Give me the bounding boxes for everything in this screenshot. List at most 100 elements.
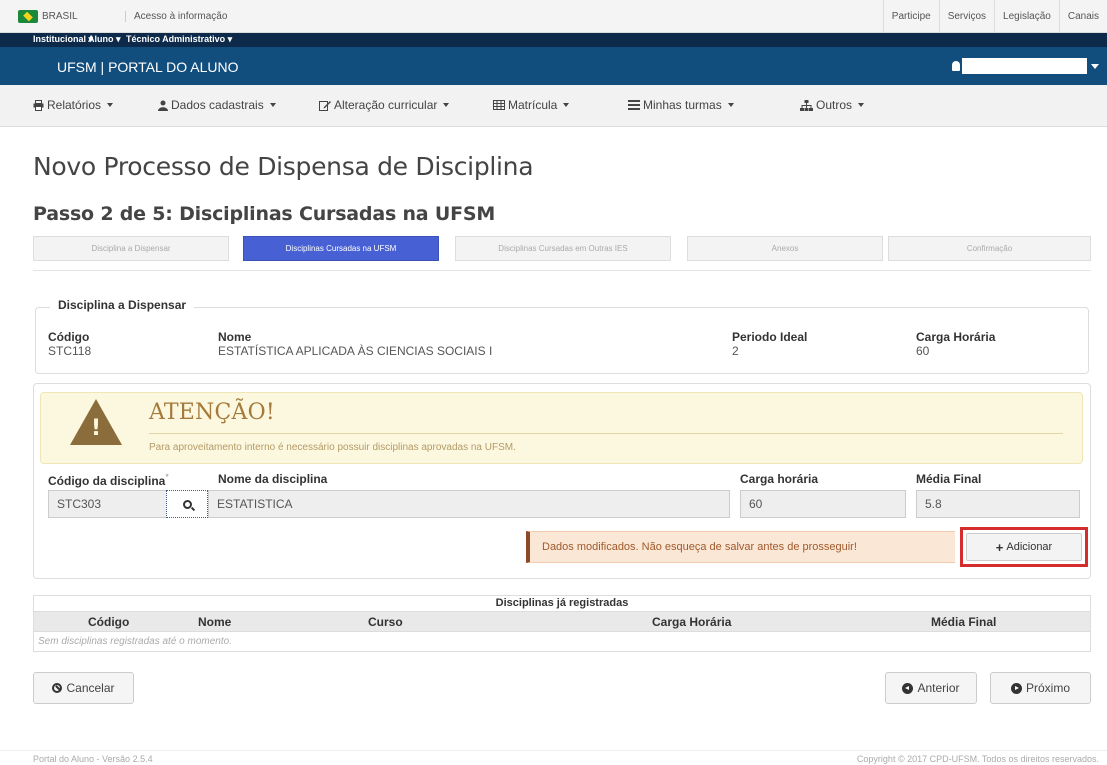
caret-down-icon: [443, 103, 450, 107]
codigo-disciplina-input[interactable]: STC303: [48, 490, 167, 518]
codigo-value: STC118: [48, 344, 92, 358]
carga-horaria-input: 60: [740, 490, 906, 518]
step-disciplina-dispensar[interactable]: Disciplina a Dispensar: [33, 236, 229, 261]
caret-down-icon: [858, 103, 865, 107]
periodo-value: 2: [732, 344, 739, 358]
wizard-steps: Disciplina a Dispensar Disciplinas Cursa…: [33, 236, 1091, 261]
brazil-flag-icon[interactable]: [18, 10, 38, 23]
sitemap-icon: [800, 99, 813, 111]
menu-minhas-turmas[interactable]: Minhas turmas: [628, 98, 734, 112]
nome-disciplina-label: Nome da disciplina: [218, 472, 328, 486]
step-anexos[interactable]: Anexos: [687, 236, 883, 261]
table-title: Disciplinas já registradas: [33, 595, 1091, 611]
step-disciplinas-outras-ies[interactable]: Disciplinas Cursadas em Outras IES: [455, 236, 671, 261]
caret-down-icon: [269, 103, 276, 107]
main-menu: Relatórios Dados cadastrais Alteração cu…: [0, 85, 1107, 127]
user-icon: [952, 61, 960, 71]
menu-label: Alteração curricular: [334, 98, 438, 112]
divider: [33, 270, 1091, 271]
arrow-right-circle-icon: [1010, 682, 1022, 694]
caret-down-icon: [563, 103, 570, 107]
fieldset-legend: Disciplina a Dispensar: [50, 298, 195, 312]
carga-horaria-label: Carga horária: [740, 472, 819, 486]
portal-bar: UFSM | PORTAL DO ALUNO: [0, 47, 1107, 85]
search-button[interactable]: [166, 490, 208, 518]
menu-matricula[interactable]: Matrícula: [493, 98, 570, 112]
add-button-label: Adicionar: [1006, 541, 1053, 553]
alert-divider: [149, 433, 1063, 434]
menu-label: Outros: [816, 98, 853, 112]
table-header-row: Código Nome Curso Carga Horária Média Fi…: [33, 611, 1091, 632]
col-nome: Nome: [198, 615, 232, 629]
carga-label: Carga Horária: [916, 330, 996, 344]
next-button[interactable]: Próximo: [990, 672, 1091, 704]
menu-label: Relatórios: [47, 98, 102, 112]
previous-button[interactable]: Anterior: [885, 672, 977, 704]
codigo-disciplina-label: Código da disciplina*: [48, 472, 169, 488]
add-button[interactable]: + Adicionar: [966, 533, 1082, 561]
cancel-button[interactable]: Cancelar: [33, 672, 134, 704]
gov-link-canais[interactable]: Canais: [1058, 0, 1107, 33]
institutional-bar: Institucional ▾ Aluno ▾ Técnico Administ…: [0, 33, 1107, 47]
col-media-final: Média Final: [931, 615, 997, 629]
nome-value: ESTATÍSTICA APLICADA ÀS CIENCIAS SOCIAIS…: [218, 344, 493, 358]
media-final-input: 5.8: [916, 490, 1080, 518]
gov-brasil-link[interactable]: BRASIL: [42, 11, 78, 22]
print-icon: [33, 99, 44, 111]
table-icon: [493, 100, 505, 110]
caret-down-icon: [727, 103, 734, 107]
col-curso: Curso: [368, 615, 403, 629]
table-empty-row: Sem disciplinas registradas até o moment…: [33, 632, 1091, 652]
inst-menu-tecnico[interactable]: Técnico Administrativo ▾: [126, 34, 232, 45]
footer-copyright: Copyright © 2017 CPD-UFSM. Todos os dire…: [856, 754, 1099, 764]
menu-alteracao-curricular[interactable]: Alteração curricular: [319, 98, 450, 112]
col-carga-horaria: Carga Horária: [652, 615, 732, 629]
menu-label: Minhas turmas: [643, 98, 722, 112]
alert-title: ATENÇÃO!: [149, 400, 275, 425]
gov-links: Participe Serviços Legislação Canais: [882, 0, 1107, 33]
page-title: Novo Processo de Dispensa de Disciplina: [33, 152, 534, 181]
label-text: Código da disciplina: [48, 474, 166, 488]
gov-link-participe[interactable]: Participe: [882, 0, 939, 33]
caret-down-icon: [107, 103, 114, 107]
menu-outros[interactable]: Outros: [800, 98, 865, 112]
gov-link-servicos[interactable]: Serviços: [938, 0, 994, 33]
inst-menu-institucional[interactable]: Institucional ▾: [33, 34, 93, 45]
edit-icon: [319, 100, 331, 111]
portal-title[interactable]: UFSM | PORTAL DO ALUNO: [57, 59, 239, 75]
periodo-label: Periodo Ideal: [732, 330, 808, 344]
menu-dados-cadastrais[interactable]: Dados cadastrais: [158, 98, 276, 112]
codigo-label: Código: [48, 330, 90, 344]
arrow-left-circle-icon: [902, 682, 914, 694]
gov-link-legislacao[interactable]: Legislação: [994, 0, 1059, 33]
plus-icon: +: [995, 539, 1004, 555]
col-codigo: Código: [88, 615, 130, 629]
gov-acesso-link[interactable]: Acesso à informação: [125, 11, 227, 22]
cancel-label: Cancelar: [66, 681, 115, 695]
inst-menu-aluno[interactable]: Aluno ▾: [88, 34, 121, 45]
step-disciplinas-ufsm[interactable]: Disciplinas Cursadas na UFSM: [243, 236, 439, 261]
next-label: Próximo: [1025, 681, 1070, 695]
media-final-label: Média Final: [916, 472, 982, 486]
exclamation-mark: !: [91, 416, 102, 441]
menu-relatorios[interactable]: Relatórios: [33, 98, 114, 112]
menu-label: Dados cadastrais: [171, 98, 264, 112]
nome-disciplina-input: ESTATISTICA: [208, 490, 730, 518]
alert-text: Para aproveitamento interno é necessário…: [149, 442, 516, 453]
list-icon: [628, 100, 640, 110]
search-icon: [182, 499, 192, 509]
user-menu[interactable]: [952, 58, 1099, 74]
ban-icon: [52, 683, 63, 693]
menu-label: Matrícula: [508, 98, 558, 112]
carga-value: 60: [916, 344, 930, 358]
step-title: Passo 2 de 5: Disciplinas Cursadas na UF…: [33, 203, 496, 225]
nome-label: Nome: [218, 330, 252, 344]
footer-divider: [0, 750, 1107, 751]
user-name-redacted: [962, 58, 1087, 74]
footer-version: Portal do Aluno - Versão 2.5.4: [33, 754, 153, 764]
chevron-down-icon: [1091, 64, 1099, 69]
gov-bar: BRASIL Acesso à informação Participe Ser…: [0, 0, 1107, 33]
step-confirmacao[interactable]: Confirmação: [888, 236, 1091, 261]
required-mark: *: [165, 472, 169, 482]
user-icon: [158, 100, 168, 111]
